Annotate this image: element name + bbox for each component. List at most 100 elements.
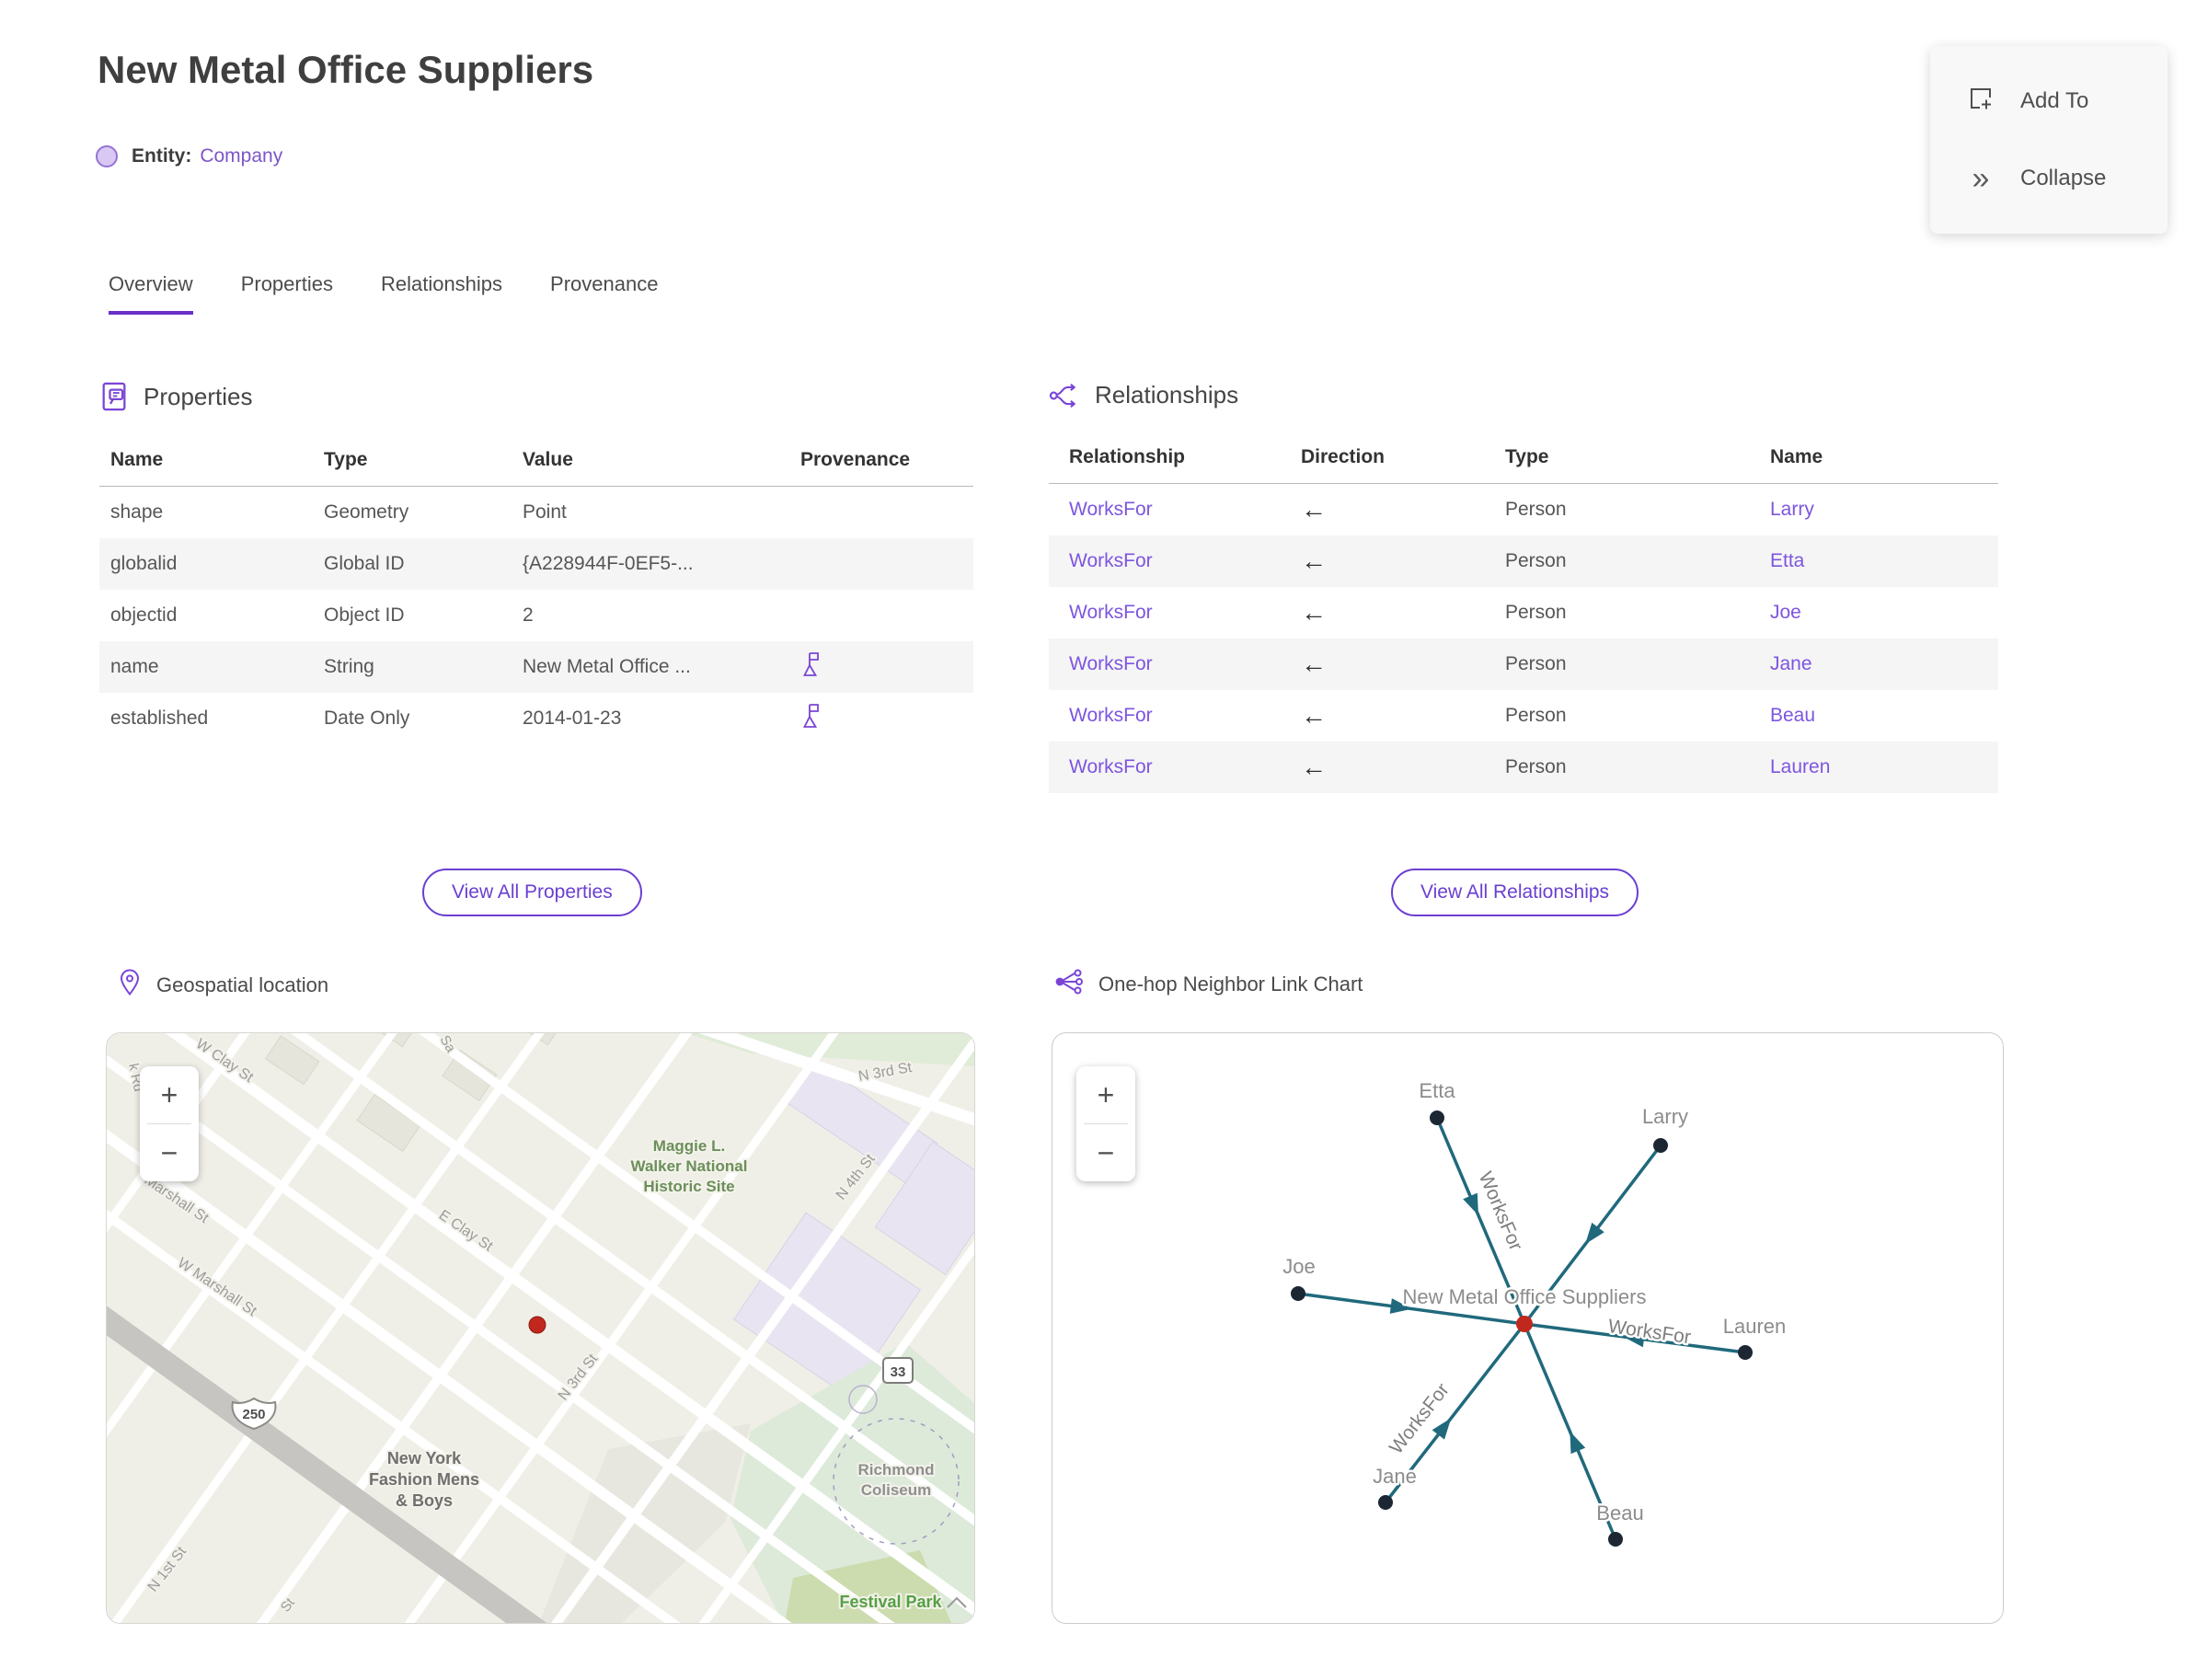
relationship-type-link[interactable]: WorksFor	[1069, 499, 1153, 520]
property-type: Global ID	[324, 552, 405, 574]
edge-arrowhead	[1463, 1192, 1478, 1215]
edge-arrowhead	[1585, 1222, 1604, 1245]
map-zoom-out-button[interactable]: −	[140, 1124, 199, 1181]
tab-bar: Overview Properties Relationships Provenanc…	[109, 272, 658, 315]
relationships-table-header-row: Relationship Direction Type Name	[1049, 435, 1998, 484]
center-node-label: New Metal Office Suppliers	[1403, 1285, 1647, 1308]
relationship-row: WorksFor ← Person Lauren	[1049, 741, 1998, 793]
related-entity-link[interactable]: Joe	[1770, 602, 1801, 623]
relationship-type-link[interactable]: WorksFor	[1069, 602, 1153, 623]
tab-overview[interactable]: Overview	[109, 272, 193, 315]
property-name: objectid	[110, 604, 178, 626]
property-type: Geometry	[324, 501, 409, 523]
linkchart-section-header: One-hop Neighbor Link Chart	[1054, 968, 1363, 1001]
property-row: name String New Metal Office ...	[99, 640, 973, 693]
related-entity-type: Person	[1505, 498, 1567, 520]
entity-location-marker[interactable]	[528, 1316, 546, 1334]
node-Larry[interactable]	[1653, 1138, 1668, 1153]
map-panel[interactable]: + − 250 33 k Rd W Clay St Sa Marshall St…	[106, 1032, 975, 1624]
tab-provenance[interactable]: Provenance	[550, 272, 658, 315]
related-entity-type: Person	[1505, 704, 1567, 726]
tab-relationships[interactable]: Relationships	[381, 272, 502, 315]
geospatial-section-header: Geospatial location	[118, 968, 328, 1003]
property-provenance-cell	[778, 641, 973, 693]
column-header: Name	[1770, 435, 1998, 484]
node-label: Etta	[1419, 1079, 1455, 1102]
property-value: Point	[523, 501, 567, 523]
property-value: {A228944F-0EF5-...	[523, 552, 694, 574]
tab-properties[interactable]: Properties	[241, 272, 333, 315]
properties-section-title: Properties	[144, 382, 253, 410]
related-entity-type: Person	[1505, 755, 1567, 777]
page-title: New Metal Office Suppliers	[98, 48, 594, 91]
provenance-flag-icon[interactable]	[800, 651, 822, 683]
relationships-section-title: Relationships	[1095, 381, 1239, 408]
map-zoom-control: + −	[140, 1066, 199, 1181]
column-header: Value	[523, 438, 778, 487]
relationship-row: WorksFor ← Person Joe	[1049, 587, 1998, 639]
relationships-icon	[1049, 382, 1080, 409]
properties-table: Name Type Value Provenance shape Geometry Poi…	[99, 438, 973, 744]
chart-zoom-out-button[interactable]: −	[1076, 1124, 1135, 1181]
chart-zoom-in-button[interactable]: +	[1076, 1066, 1135, 1123]
view-all-properties-button[interactable]: View All Properties	[422, 869, 642, 916]
geospatial-section-title: Geospatial location	[156, 973, 329, 996]
relationships-table: Relationship Direction Type Name WorksFor ← P…	[1049, 435, 1998, 793]
edge-label: WorksFor	[1475, 1168, 1527, 1253]
direction-arrow: ←	[1301, 597, 1327, 627]
node-Jane[interactable]	[1378, 1495, 1393, 1510]
properties-table-header-row: Name Type Value Provenance	[99, 438, 973, 487]
column-header: Type	[1505, 435, 1770, 484]
relationship-row: WorksFor ← Person Etta	[1049, 535, 1998, 587]
related-entity-link[interactable]: Jane	[1770, 653, 1812, 674]
property-type: Date Only	[324, 707, 410, 729]
column-header: Relationship	[1049, 435, 1301, 484]
properties-icon	[99, 381, 129, 412]
route-shield-33: 33	[882, 1357, 914, 1384]
related-entity-type: Person	[1505, 652, 1567, 674]
properties-section-header: Properties	[99, 381, 973, 412]
provenance-flag-icon[interactable]	[800, 703, 822, 734]
related-entity-link[interactable]: Beau	[1770, 705, 1815, 726]
node-Etta[interactable]	[1430, 1110, 1444, 1125]
menu-item-label: Collapse	[2020, 166, 2107, 190]
direction-arrow: ←	[1301, 700, 1327, 730]
edge-label: WorksFor	[1606, 1316, 1692, 1348]
node-Lauren[interactable]	[1738, 1345, 1753, 1360]
relationships-section-header: Relationships	[1049, 381, 1998, 409]
node-label: Beau	[1596, 1502, 1643, 1525]
property-value: 2	[523, 604, 534, 626]
relationship-type-link[interactable]: WorksFor	[1069, 705, 1153, 726]
map-zoom-in-button[interactable]: +	[140, 1066, 199, 1123]
node-label: Joe	[1282, 1255, 1315, 1278]
add-to-icon	[1965, 85, 1996, 119]
property-row: established Date Only 2014-01-23	[99, 693, 973, 744]
entity-type-icon	[96, 145, 118, 167]
column-header: Direction	[1301, 435, 1505, 484]
basemap[interactable]: 25033 k Rd W Clay St SaMarshall StW Marsha…	[107, 1033, 974, 1623]
node-Beau[interactable]	[1608, 1532, 1623, 1547]
property-provenance-cell	[778, 538, 973, 590]
floating-action-panel: Add To » Collapse	[1930, 46, 2168, 234]
edge-labels: WorksFor WorksFor WorksFor	[1383, 1167, 1694, 1461]
property-value: 2014-01-23	[523, 707, 622, 729]
link-chart[interactable]: WorksFor WorksFor WorksFor Etta Larry Joe Laur…	[1052, 1033, 2003, 1623]
relationship-row: WorksFor ← Person Larry	[1049, 484, 1998, 535]
menu-item-collapse[interactable]: » Collapse	[1930, 153, 2168, 204]
link-chart-panel[interactable]: + − WorksFor WorksFor WorksFor Etta Larry Joe…	[1052, 1032, 2004, 1624]
property-name: shape	[110, 501, 164, 523]
column-header: Provenance	[778, 438, 973, 487]
related-entity-link[interactable]: Etta	[1770, 550, 1804, 571]
view-all-relationships-button[interactable]: View All Relationships	[1391, 869, 1639, 916]
relationship-type-link[interactable]: WorksFor	[1069, 550, 1153, 571]
relationship-type-link[interactable]: WorksFor	[1069, 756, 1153, 777]
node-Joe[interactable]	[1291, 1286, 1305, 1301]
menu-item-add-to[interactable]: Add To	[1930, 75, 2168, 127]
property-row: globalid Global ID {A228944F-0EF5-...	[99, 537, 973, 590]
related-entity-link[interactable]: Larry	[1770, 499, 1814, 520]
relationship-type-link[interactable]: WorksFor	[1069, 653, 1153, 674]
properties-section: Properties Name Type Value Provenance shape…	[99, 381, 973, 744]
related-entity-link[interactable]: Lauren	[1770, 756, 1830, 777]
relationships-section: Relationships Relationship Direction Type N…	[1049, 381, 1998, 793]
center-node[interactable]	[1516, 1316, 1533, 1332]
